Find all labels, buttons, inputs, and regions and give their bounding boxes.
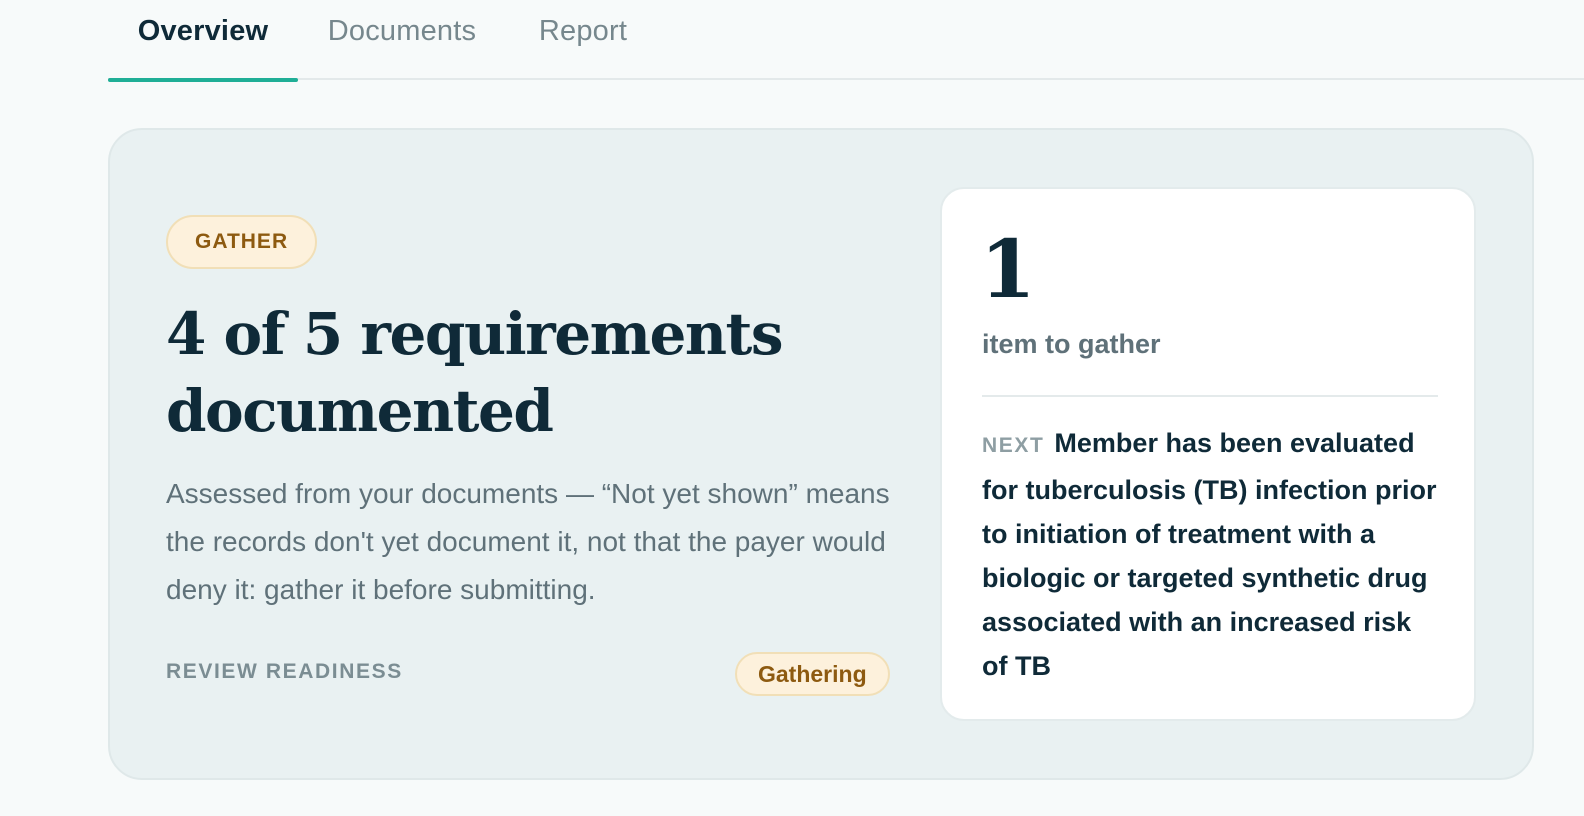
items-to-gather-panel: 1 item to gather NEXT Member has been eva… (940, 187, 1476, 721)
assessment-description: Assessed from your documents — “Not yet … (166, 478, 890, 605)
tab-report[interactable]: Report (516, 0, 650, 80)
panel-divider (982, 395, 1438, 397)
tab-bar: Overview Documents Report (108, 0, 1584, 82)
tab-documents[interactable]: Documents (304, 0, 500, 80)
readiness-status-badge: Gathering (735, 652, 890, 696)
readiness-summary-card: GATHER 4 of 5 requirements documented As… (108, 128, 1534, 780)
next-label: NEXT (982, 434, 1045, 457)
review-readiness-label: REVIEW READINESS (166, 660, 403, 683)
requirements-headline: 4 of 5 requirements documented (166, 300, 784, 445)
items-to-gather-caption: item to gather (982, 329, 1161, 359)
next-item: NEXT Member has been evaluated for tuberc… (982, 421, 1442, 688)
items-to-gather-count: 1 (980, 222, 1036, 316)
tab-overview[interactable]: Overview (108, 0, 298, 82)
phase-badge: GATHER (166, 215, 318, 269)
next-item-text: Member has been evaluated for tuberculos… (982, 428, 1437, 681)
